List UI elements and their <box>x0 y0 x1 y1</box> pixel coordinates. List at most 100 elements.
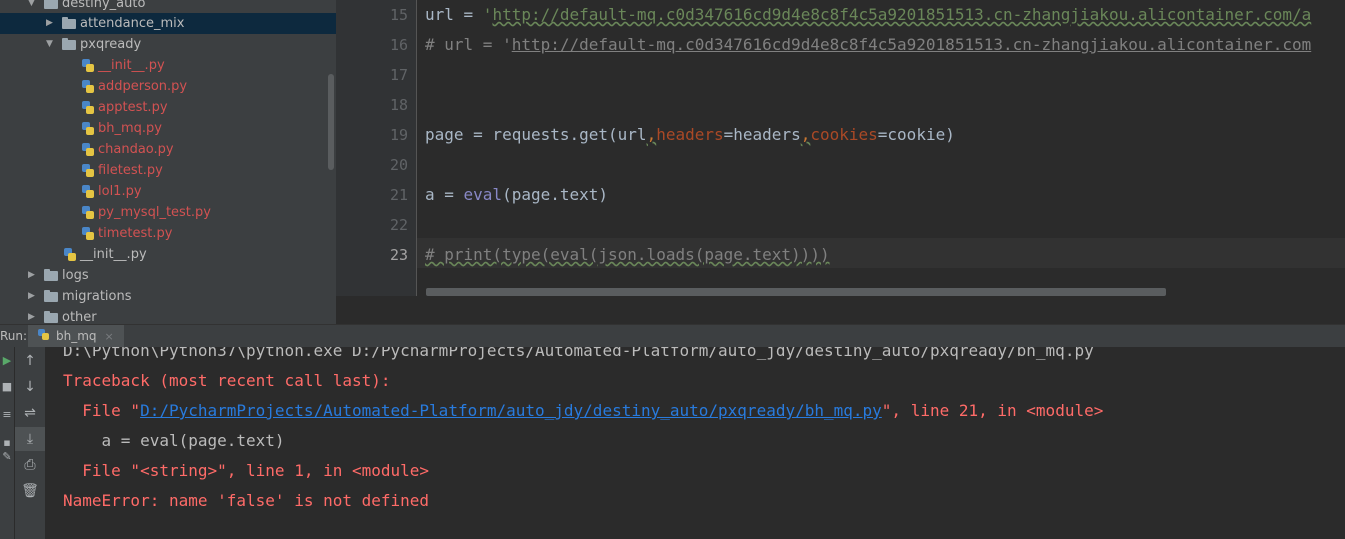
tree-item-logs[interactable]: ▶ logs <box>0 265 336 286</box>
folder-icon <box>62 38 76 50</box>
folder-icon <box>44 311 58 323</box>
code-line-23[interactable]: # print(type(eval(json.loads(page.text))… <box>425 240 830 270</box>
tree-item-label: addperson.py <box>98 79 188 94</box>
source-file-link[interactable]: D:/PycharmProjects/Automated-Platform/au… <box>140 401 882 420</box>
tree-item-destiny-auto[interactable]: ▼ destiny_auto <box>0 0 336 14</box>
trash-icon[interactable]: 🗑 <box>15 479 45 503</box>
tree-item-label: logs <box>62 268 89 283</box>
chevron-down-icon[interactable]: ▼ <box>46 34 56 55</box>
code-line-21[interactable]: a = eval(page.text) <box>425 180 608 210</box>
tree-file-init[interactable]: __init__.py <box>0 55 336 76</box>
folder-icon <box>44 269 58 281</box>
tree-item-label: filetest.py <box>98 163 163 178</box>
rerun-icon[interactable]: ▶ <box>0 353 14 369</box>
console-error-message: NameError: name 'false' is not defined <box>63 491 430 510</box>
tree-file-apptest[interactable]: apptest.py <box>0 97 336 118</box>
chevron-right-icon[interactable]: ▶ <box>28 286 38 307</box>
pin-icon[interactable]: ✎ <box>0 449 14 465</box>
down-arrow-icon[interactable]: ↓ <box>15 375 45 399</box>
tree-item-label: apptest.py <box>98 100 168 115</box>
tree-item-label: timetest.py <box>98 226 173 241</box>
code-line-16[interactable]: # url = 'http://default-mq.c0d347616cd9d… <box>425 30 1311 60</box>
comma: , <box>800 125 811 144</box>
keyword-arg: headers <box>656 125 724 144</box>
chevron-right-icon[interactable]: ▶ <box>28 265 38 286</box>
scroll-to-end-icon[interactable]: ⤓ <box>15 427 45 451</box>
tree-file-timetest[interactable]: timetest.py <box>0 223 336 244</box>
code-line-15[interactable]: url = 'http://default-mq.c0d347616cd9d4e… <box>425 0 1311 30</box>
tree-item-label: lol1.py <box>98 184 142 199</box>
stop-icon[interactable]: ■ <box>0 379 14 395</box>
python-file-icon <box>82 143 94 156</box>
run-actions-strip: ▶ ■ ≡ ▪ ✎ <box>0 347 14 539</box>
run-tool-window-header: Run: bh_mq × <box>0 324 1345 347</box>
code-text: url = <box>425 5 483 24</box>
code-line-19[interactable]: page = requests.get(url,headers=headers,… <box>425 120 955 150</box>
project-tree: ▼ destiny_auto ▶ attendance_mix ▼ pxqrea… <box>0 0 336 324</box>
python-file-icon <box>82 101 94 114</box>
comma: , <box>646 125 657 144</box>
tree-item-label: destiny_auto <box>62 0 146 11</box>
code-text: =headers <box>723 125 801 144</box>
tree-item-label: py_mysql_test.py <box>98 205 211 220</box>
restore-layout-icon[interactable]: ≡ <box>0 407 14 423</box>
python-file-icon <box>82 59 94 72</box>
console-code-line: a = eval(page.text) <box>63 431 285 450</box>
line-number-current: 23 <box>389 246 408 264</box>
line-number: 19 <box>389 126 408 144</box>
folder-icon <box>44 290 58 302</box>
python-file-icon <box>82 185 94 198</box>
folder-icon <box>62 17 76 29</box>
line-number-gutter: 15 16 17 18 19 20 21 22 23 <box>336 0 416 296</box>
console-toolbar: ↑ ↓ ⇌ ⤓ ⎙ 🗑 <box>15 347 45 539</box>
tree-file-bh-mq[interactable]: bh_mq.py <box>0 118 336 139</box>
tree-file-addperson[interactable]: addperson.py <box>0 76 336 97</box>
code-text: a = <box>425 185 464 204</box>
comment-url[interactable]: http://default-mq.c0d347616cd9d4e8c8f4c5… <box>512 35 1312 54</box>
tree-file-init-root[interactable]: __init__.py <box>0 244 336 265</box>
tree-file-py-mysql-test[interactable]: py_mysql_test.py <box>0 202 336 223</box>
keyword-arg: cookies <box>810 125 878 144</box>
chevron-right-icon[interactable]: ▶ <box>28 307 38 324</box>
tree-item-attendance-mix[interactable]: ▶ attendance_mix <box>0 13 336 34</box>
console-traceback-header: Traceback (most recent call last): <box>63 371 391 390</box>
tree-item-migrations[interactable]: ▶ migrations <box>0 286 336 307</box>
tree-item-label: attendance_mix <box>80 16 185 31</box>
run-console-output[interactable]: D:\Python\Python37\python.exe D:/Pycharm… <box>45 347 1345 539</box>
string-quote: ' <box>482 5 493 24</box>
console-command-line: D:\Python\Python37\python.exe D:/Pycharm… <box>63 347 1094 360</box>
code-text: =cookie) <box>877 125 955 144</box>
tree-file-lol1[interactable]: lol1.py <box>0 181 336 202</box>
run-tab-bh-mq[interactable]: bh_mq × <box>28 325 124 347</box>
up-arrow-icon[interactable]: ↑ <box>15 349 45 373</box>
line-number: 16 <box>389 36 408 54</box>
line-number: 20 <box>389 156 408 174</box>
print-icon[interactable]: ⎙ <box>15 453 45 477</box>
tree-scrollbar[interactable] <box>328 74 334 170</box>
python-file-icon <box>82 164 94 177</box>
tree-item-label: bh_mq.py <box>98 121 162 136</box>
console-traceback-file-line: File "D:/PycharmProjects/Automated-Platf… <box>63 396 1103 426</box>
comment-text: # print(type(eval(json.loads(page.text))… <box>425 245 830 264</box>
tree-item-pxqready[interactable]: ▼ pxqready <box>0 34 336 55</box>
soft-wrap-icon[interactable]: ⇌ <box>15 401 45 425</box>
editor-horizontal-scrollbar[interactable] <box>426 288 1166 296</box>
python-file-icon <box>82 227 94 240</box>
builtin-function: eval <box>463 185 503 204</box>
tree-item-other[interactable]: ▶ other <box>0 307 336 324</box>
line-number: 18 <box>389 96 408 114</box>
chevron-right-icon[interactable]: ▶ <box>46 13 56 34</box>
close-icon[interactable]: × <box>105 330 114 343</box>
tree-file-chandao[interactable]: chandao.py <box>0 139 336 160</box>
tree-file-filetest[interactable]: filetest.py <box>0 160 336 181</box>
comment-text: # url = ' <box>425 35 512 54</box>
python-file-icon <box>82 80 94 93</box>
tree-item-label: __init__.py <box>98 58 165 73</box>
chevron-down-icon[interactable]: ▼ <box>28 0 38 14</box>
line-number: 21 <box>389 186 408 204</box>
code-text: page = requests.get(url <box>425 125 647 144</box>
code-editor[interactable]: url = 'http://default-mq.c0d347616cd9d4e… <box>417 0 1345 296</box>
run-tab-label: bh_mq <box>56 329 97 343</box>
url-string[interactable]: http://default-mq.c0d347616cd9d4e8c8f4c5… <box>492 5 1311 24</box>
tree-item-label: pxqready <box>80 37 142 52</box>
